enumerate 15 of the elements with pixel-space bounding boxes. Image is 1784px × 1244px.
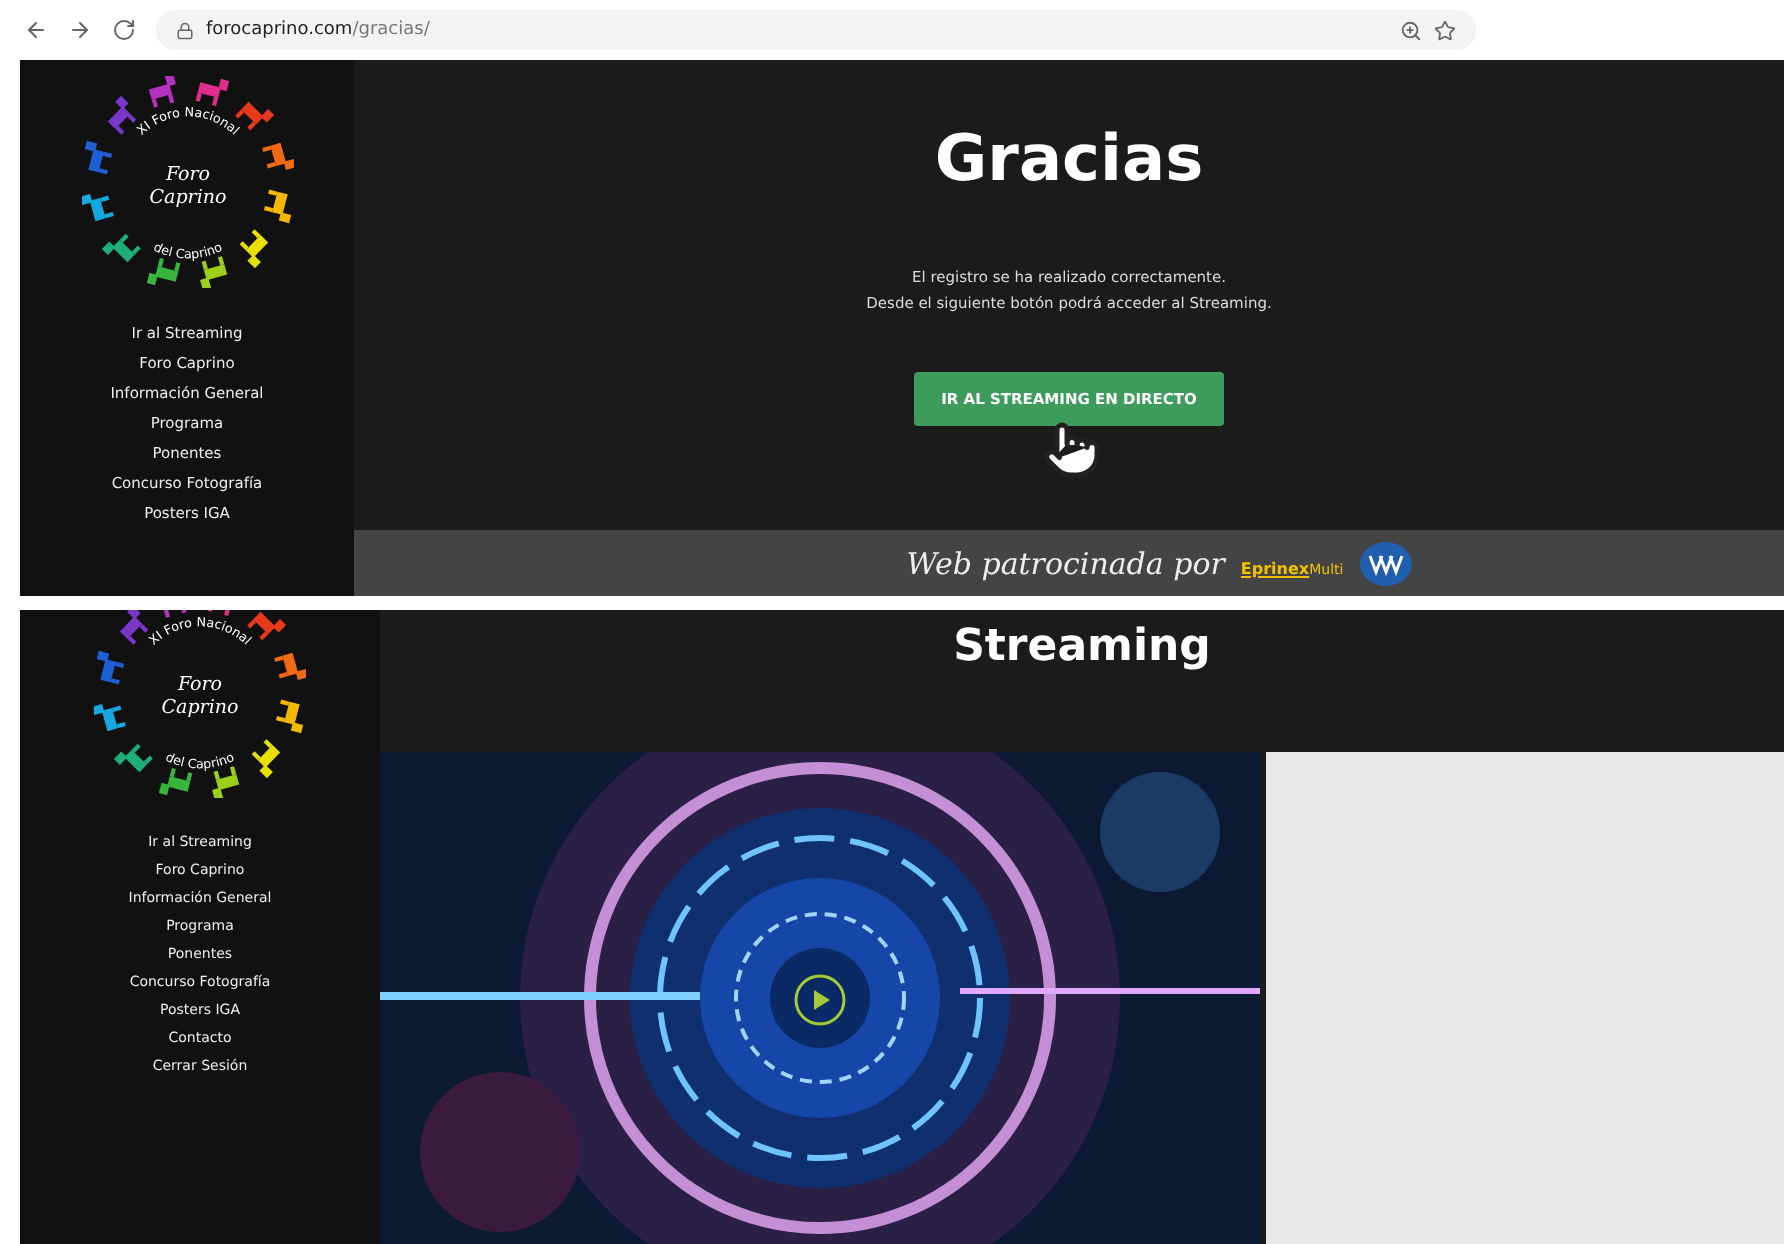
- forward-icon[interactable]: [68, 18, 92, 42]
- logo-title-text: Foro Caprino: [161, 673, 239, 720]
- address-bar[interactable]: forocaprino.com/gracias/: [156, 10, 1476, 50]
- bookmark-star-icon[interactable]: [1434, 19, 1456, 41]
- play-icon[interactable]: [792, 972, 848, 1028]
- page-title: Gracias: [934, 120, 1204, 196]
- reload-icon[interactable]: [112, 18, 136, 42]
- page-title: Streaming: [953, 622, 1211, 672]
- lock-icon: [176, 21, 194, 39]
- hand-cursor-icon: [1041, 420, 1102, 480]
- url-text: forocaprino.com/gracias/: [206, 20, 430, 40]
- logo-title-text: Foro Caprino: [148, 163, 226, 210]
- sponsor-text: Web patrocinada por: [906, 545, 1225, 581]
- back-icon[interactable]: [24, 18, 48, 42]
- zoom-icon[interactable]: [1400, 19, 1422, 41]
